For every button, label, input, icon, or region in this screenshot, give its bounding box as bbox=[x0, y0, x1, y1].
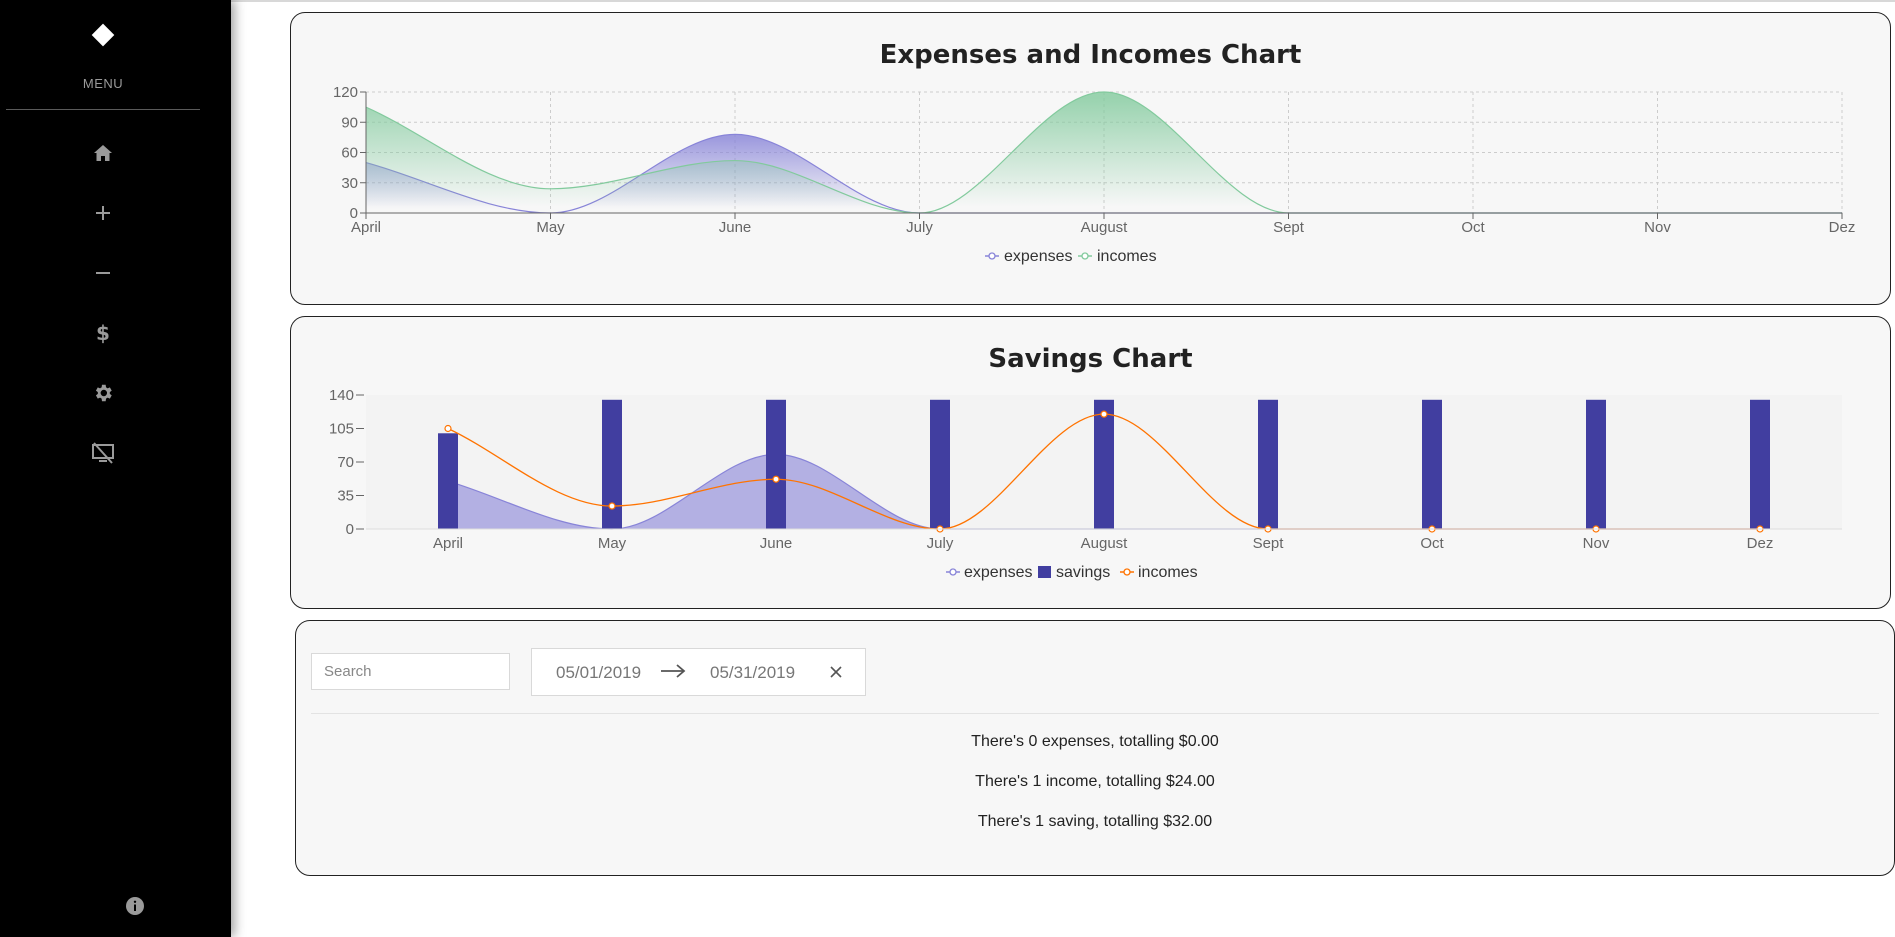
income-summary: There's 1 income, totalling $24.00 bbox=[975, 773, 1215, 790]
menu-label: MENU bbox=[82, 76, 124, 91]
minus-icon bbox=[96, 272, 110, 274]
legend-label-incomes: incomes bbox=[1097, 248, 1157, 265]
info-icon bbox=[126, 897, 144, 915]
incomes-point bbox=[1100, 410, 1108, 418]
incomes-point bbox=[608, 502, 616, 510]
dollar-icon: $ bbox=[96, 321, 110, 345]
x-tick-label: Oct bbox=[1461, 219, 1485, 236]
close-icon[interactable] bbox=[829, 665, 843, 679]
x-tick-label: August bbox=[1081, 535, 1129, 552]
menu-divider bbox=[6, 109, 200, 110]
screen-off-icon bbox=[92, 442, 114, 464]
home-icon bbox=[94, 145, 112, 161]
y-tick-label: 90 bbox=[341, 114, 358, 131]
savings-bar bbox=[1586, 399, 1606, 529]
date-start[interactable]: 05/01/2019 bbox=[556, 663, 641, 683]
savings-chart: 0 35 70 105 140 April May June July August Sept Oct… bbox=[329, 387, 1842, 581]
x-tick-label: Sept bbox=[1273, 219, 1305, 236]
x-tick-label: Dez bbox=[1829, 219, 1856, 236]
savings-bar bbox=[1422, 399, 1442, 529]
y-tick-label: 60 bbox=[341, 145, 358, 162]
x-tick-label: May bbox=[598, 535, 627, 552]
info-button[interactable] bbox=[124, 895, 146, 917]
incomes-point bbox=[772, 475, 780, 483]
x-tick-label: August bbox=[1081, 219, 1129, 236]
sidebar: MENU $ bbox=[0, 0, 231, 937]
x-tick-label: June bbox=[719, 219, 752, 236]
diamond-logo-icon bbox=[91, 23, 115, 47]
nav-settings[interactable] bbox=[88, 378, 118, 408]
legend-marker-dot bbox=[949, 568, 957, 576]
gear-icon bbox=[95, 384, 112, 402]
y-tick-label: 70 bbox=[337, 454, 354, 471]
legend-label-incomes: incomes bbox=[1138, 564, 1198, 581]
y-tick-label: 35 bbox=[337, 488, 354, 505]
legend-marker-dot bbox=[1123, 568, 1131, 576]
y-tick-label: 105 bbox=[329, 421, 354, 438]
y-tick-label: 0 bbox=[346, 521, 354, 538]
savings-bar bbox=[1750, 399, 1770, 529]
y-tick-label: 140 bbox=[329, 387, 354, 404]
arrow-right-icon bbox=[661, 664, 686, 678]
y-tick-label: 30 bbox=[341, 175, 358, 192]
nav-add-expense[interactable] bbox=[88, 198, 118, 228]
plus-icon bbox=[96, 206, 110, 220]
nav-subtract[interactable] bbox=[88, 258, 118, 288]
savings-bar bbox=[1258, 399, 1278, 529]
legend-marker-dot bbox=[1081, 252, 1089, 260]
incomes-point bbox=[444, 424, 452, 433]
date-range-picker[interactable]: 05/01/2019 05/31/2019 bbox=[531, 648, 866, 696]
x-tick-label: Dez bbox=[1747, 535, 1774, 552]
expenses-summary: There's 0 expenses, totalling $0.00 bbox=[971, 733, 1219, 750]
legend-label-expenses: expenses bbox=[1004, 248, 1073, 265]
savings-bar bbox=[438, 433, 458, 529]
x-tick-label: April bbox=[433, 535, 463, 552]
x-tick-label: July bbox=[906, 219, 933, 236]
x-tick-label: June bbox=[760, 535, 793, 552]
x-tick-label: Nov bbox=[1583, 535, 1610, 552]
search-input[interactable] bbox=[311, 653, 510, 690]
x-tick-label: Nov bbox=[1644, 219, 1671, 236]
expenses-incomes-chart: 0306090120April May June July August Sept Oct N… bbox=[333, 84, 1855, 265]
date-end[interactable]: 05/31/2019 bbox=[710, 663, 795, 683]
savings-bar bbox=[766, 399, 786, 529]
x-tick-label: May bbox=[536, 219, 565, 236]
x-tick-label: Oct bbox=[1420, 535, 1444, 552]
legend-label-savings: savings bbox=[1056, 564, 1110, 581]
nav-screen-off[interactable] bbox=[88, 438, 118, 468]
x-tick-label: April bbox=[351, 219, 381, 236]
filter-divider bbox=[311, 713, 1879, 714]
legend-marker bbox=[1038, 566, 1051, 578]
legend-label-expenses: expenses bbox=[964, 564, 1033, 581]
saving-summary: There's 1 saving, totalling $32.00 bbox=[977, 813, 1213, 830]
nav-savings[interactable]: $ bbox=[88, 318, 118, 348]
savings-bar bbox=[1094, 399, 1114, 529]
legend-marker-dot bbox=[988, 252, 996, 260]
nav-home[interactable] bbox=[88, 138, 118, 168]
x-tick-label: Sept bbox=[1253, 535, 1285, 552]
savings-bar bbox=[930, 399, 950, 529]
x-tick-label: July bbox=[927, 535, 954, 552]
y-tick-label: 120 bbox=[333, 84, 358, 101]
